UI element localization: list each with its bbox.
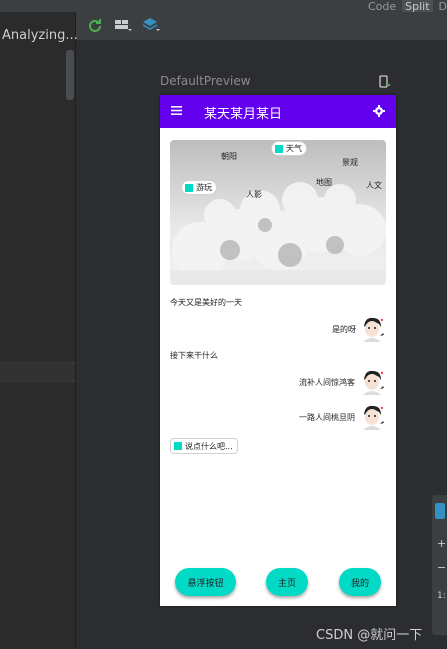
- profile-button[interactable]: 我的: [339, 568, 381, 596]
- chip-square-icon: [185, 183, 193, 192]
- message-input-placeholder: 说点什么吧...: [185, 441, 233, 451]
- tab-design[interactable]: D: [439, 0, 447, 13]
- chip-label: 天气: [286, 144, 302, 153]
- settings-icon[interactable]: [373, 105, 385, 117]
- zoom-in-button[interactable]: +: [437, 537, 446, 550]
- message-input[interactable]: 说点什么吧...: [170, 438, 238, 454]
- view-mode-tabs: Code Split D: [368, 0, 447, 13]
- input-square-icon: [174, 442, 182, 450]
- left-panel-divider: [0, 362, 75, 382]
- watermark: CSDN @就问一下: [316, 628, 423, 643]
- chip-square-icon: [275, 144, 283, 153]
- tab-split[interactable]: Split: [402, 0, 433, 13]
- avatar: [359, 368, 386, 395]
- top-app-bar: 某天某月某日: [160, 95, 396, 128]
- chip-label: 游玩: [196, 183, 212, 192]
- preview-title: DefaultPreview: [160, 74, 251, 88]
- weather-chip[interactable]: 天气: [271, 141, 307, 156]
- device-preview: 某天某月某日 朝阳 景观 地图 人文 人影 天气 游玩 今天又是美好的一天 是的…: [160, 95, 396, 606]
- chat-message-left: 今天又是美好的一天: [170, 298, 242, 307]
- home-button[interactable]: 主页: [266, 568, 308, 596]
- chat-message-right: 流补人间惊鸿客: [299, 378, 355, 387]
- analyzing-status: Analyzing...: [2, 28, 78, 43]
- chat-message-left: 接下来干什么: [170, 351, 218, 360]
- chat-message-right: 一路人间桃旦阴: [299, 413, 355, 422]
- layout-icon[interactable]: [113, 17, 133, 33]
- layers-icon[interactable]: [141, 17, 161, 33]
- preview-toolbar: [85, 17, 161, 33]
- zoom-controls: + − 1:: [432, 495, 447, 635]
- hero-image: 朝阳 景观 地图 人文 人影 天气 游玩: [170, 140, 386, 285]
- app-title: 某天某月某日: [204, 107, 283, 122]
- hero-label: 地图: [316, 178, 332, 187]
- hero-label: 景观: [342, 158, 358, 167]
- zoom-out-button[interactable]: −: [437, 561, 446, 574]
- floating-action-button[interactable]: 悬浮按钮: [175, 568, 236, 596]
- avatar: [359, 315, 386, 342]
- menu-icon[interactable]: [171, 106, 182, 115]
- refresh-icon[interactable]: [85, 17, 105, 33]
- hero-label: 人文: [366, 181, 382, 190]
- left-panel: Analyzing...: [0, 12, 78, 649]
- zoom-ratio: 1:: [437, 591, 446, 601]
- hero-label: 人影: [246, 190, 262, 199]
- chat-message-right: 是的呀: [332, 325, 356, 334]
- travel-chip[interactable]: 游玩: [181, 180, 217, 195]
- deploy-preview-icon[interactable]: [378, 74, 392, 88]
- avatar: [359, 403, 386, 430]
- tab-code[interactable]: Code: [368, 0, 396, 13]
- left-scrollbar[interactable]: [66, 50, 74, 100]
- hero-label: 朝阳: [221, 152, 237, 161]
- download-icon[interactable]: [435, 503, 445, 519]
